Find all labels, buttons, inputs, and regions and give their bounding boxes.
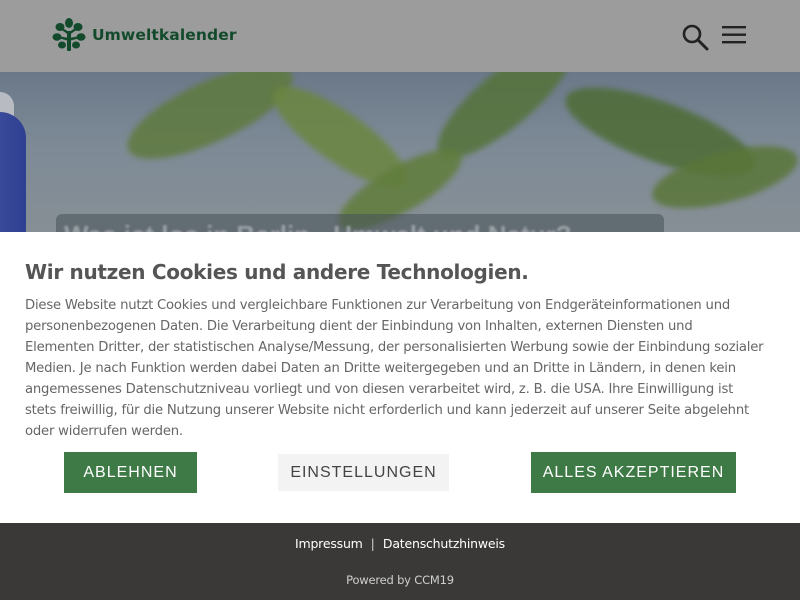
impressum-link[interactable]: Impressum <box>295 536 363 551</box>
powered-by: Powered by CCM19 <box>346 573 454 587</box>
accept-all-button[interactable]: ALLES AKZEPTIEREN <box>531 452 736 493</box>
cookie-title: Wir nutzen Cookies und andere Technologi… <box>25 260 529 284</box>
privacy-link[interactable]: Datenschutzhinweis <box>383 536 505 551</box>
footer-links: Impressum | Datenschutzhinweis <box>0 536 800 551</box>
cookie-description: Diese Website nutzt Cookies und vergleic… <box>25 298 764 439</box>
search-icon[interactable] <box>681 23 709 51</box>
site-header: Umweltkalender <box>0 0 800 72</box>
hero-title: Was ist los in Berlin - Umwelt und Natur… <box>64 220 572 232</box>
menu-icon[interactable] <box>721 23 747 47</box>
flag-shape <box>0 112 26 232</box>
tree-logo-icon <box>52 18 86 51</box>
logo[interactable]: Umweltkalender <box>52 17 237 53</box>
link-separator: | <box>370 536 375 551</box>
cookie-footer: Impressum | Datenschutzhinweis Powered b… <box>0 523 800 600</box>
cookie-banner: Wir nutzen Cookies und andere Technologi… <box>0 232 800 523</box>
hero-image: Was ist los in Berlin - Umwelt und Natur… <box>0 72 800 232</box>
settings-button[interactable]: EINSTELLUNGEN <box>278 454 449 491</box>
logo-text: Umweltkalender <box>92 26 237 44</box>
reject-button[interactable]: ABLEHNEN <box>64 452 197 493</box>
